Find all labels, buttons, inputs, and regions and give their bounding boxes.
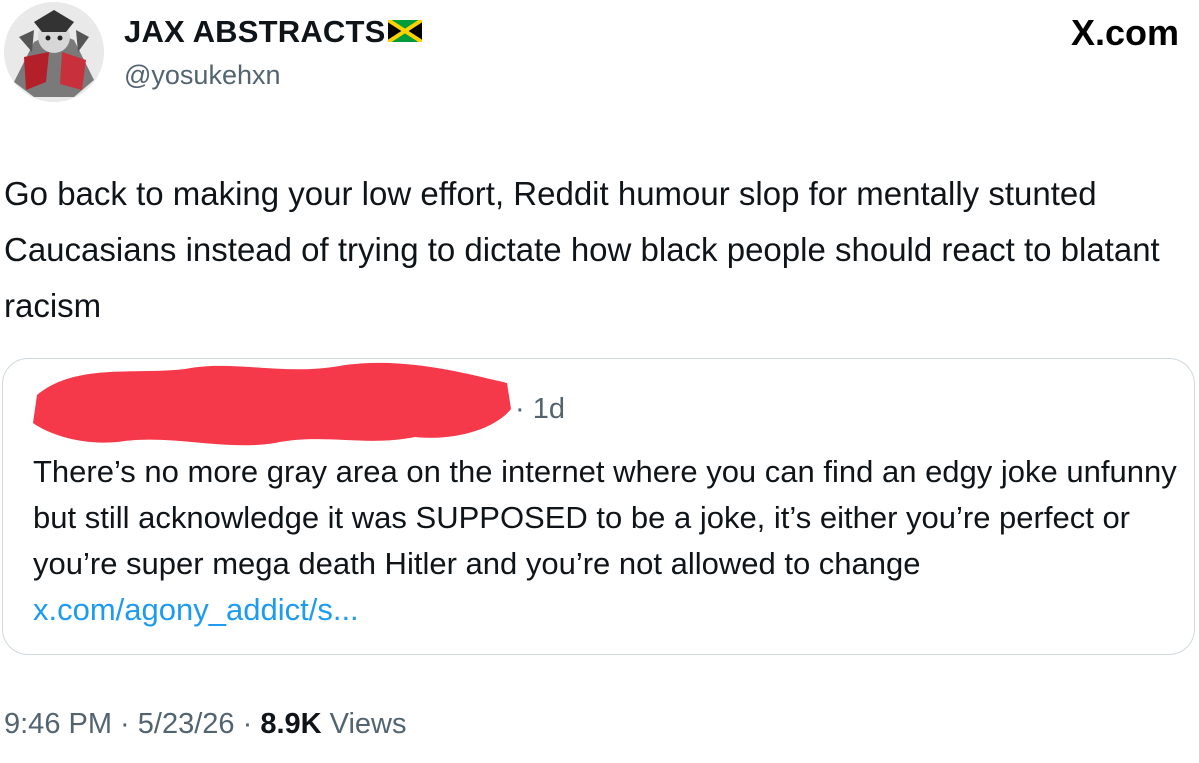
display-name-text: JAX ABSTRACTS — [124, 14, 386, 49]
tweet-date[interactable]: 5/23/26 — [138, 708, 235, 740]
x-com-watermark: X.com — [1070, 12, 1179, 53]
quote-text: There’s no more gray area on the interne… — [33, 449, 1183, 633]
meta-separator: · — [112, 708, 138, 740]
author-display-name[interactable]: JAX ABSTRACTS — [124, 14, 423, 50]
redaction-scribble — [25, 355, 515, 460]
quote-link[interactable]: x.com/agony_addict/s... — [33, 592, 359, 627]
quoted-tweet-card[interactable]: · 1d There’s no more gray area on the in… — [2, 358, 1195, 655]
tweet-meta: 9:46 PM · 5/23/26 · 8.9K Views — [4, 708, 406, 741]
meta-separator: · — [234, 708, 261, 740]
author-handle[interactable]: @yosukehxn — [124, 60, 281, 91]
tweet-text: Go back to making your low effort, Reddi… — [4, 175, 1160, 324]
tweet-time[interactable]: 9:46 PM — [4, 708, 112, 740]
quote-body: There’s no more gray area on the interne… — [33, 454, 1177, 581]
avatar-image — [4, 2, 104, 102]
avatar[interactable] — [4, 2, 104, 102]
jamaica-flag-icon — [386, 14, 423, 50]
views-count[interactable]: 8.9K — [260, 708, 321, 740]
quote-timestamp: · 1d — [515, 393, 565, 425]
views-label: Views — [321, 708, 407, 740]
